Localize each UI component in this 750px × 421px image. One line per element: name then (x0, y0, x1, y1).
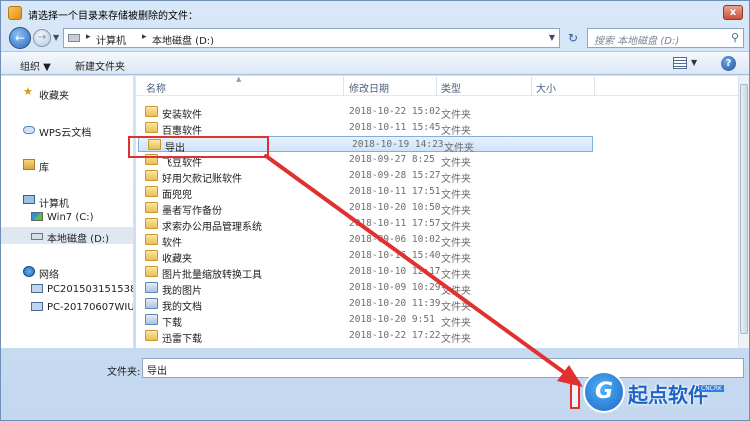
watermark-logo-icon: G (583, 371, 625, 413)
folder-picker-dialog: 请选择一个目录来存储被删除的文件： x ← → ▼ ▸ 计算机 ▸ 本地磁盘 (… (0, 0, 750, 421)
watermark: G 起点软件 CNCRK (571, 369, 750, 421)
watermark-text: 起点软件 (628, 383, 708, 407)
watermark-subtext: CNCRK (699, 385, 724, 392)
annotation-arrow-icon (264, 154, 583, 387)
